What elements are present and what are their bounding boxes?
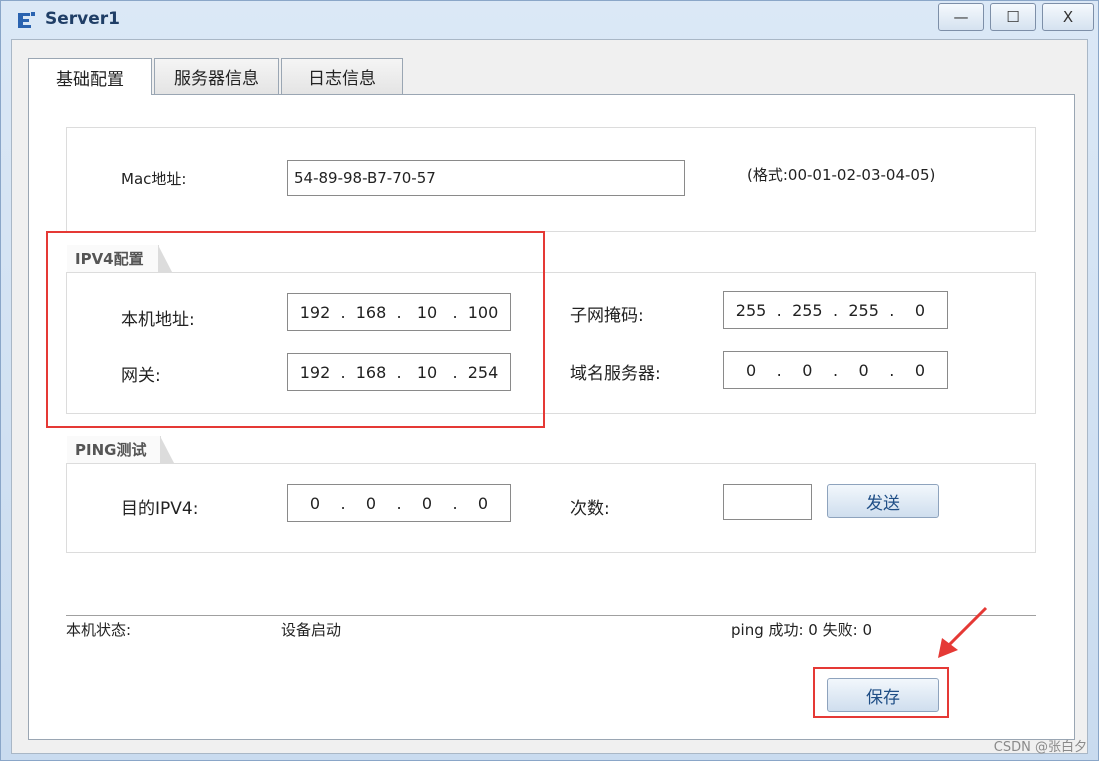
mac-label: Mac地址: bbox=[121, 170, 187, 188]
close-icon: X bbox=[1062, 8, 1074, 26]
ip-dot: . bbox=[889, 360, 895, 380]
ip-dot: . bbox=[776, 300, 782, 320]
dns-octets: 0. 0. 0. 0 bbox=[724, 352, 947, 388]
subnet-mask-input[interactable]: 255. 255. 255. 0 bbox=[723, 291, 948, 329]
mac-format-hint: (格式:00-01-02-03-04-05) bbox=[747, 166, 936, 184]
ping-count-label: 次数: bbox=[570, 499, 610, 519]
ip-dot: . bbox=[889, 300, 895, 320]
window-title: Server1 bbox=[45, 9, 120, 29]
ip-dot: . bbox=[396, 493, 402, 513]
save-highlight-box bbox=[813, 667, 949, 718]
ping-legend: PING测试 bbox=[67, 436, 175, 464]
ping-dest-input[interactable]: 0. 0. 0. 0 bbox=[287, 484, 511, 522]
mac-input[interactable]: 54-89-98-B7-70-57 bbox=[287, 160, 685, 196]
maximize-icon: ☐ bbox=[1006, 8, 1020, 26]
tab-label: 服务器信息 bbox=[174, 69, 259, 89]
minimize-icon: — bbox=[953, 8, 969, 26]
arrow-annotation-icon bbox=[938, 606, 988, 658]
ip-octet: 0 bbox=[914, 360, 925, 380]
subnet-mask-label: 子网掩码: bbox=[570, 306, 644, 326]
tab-label: 基础配置 bbox=[56, 69, 124, 90]
ip-octet: 0 bbox=[858, 360, 869, 380]
ip-dot: . bbox=[452, 493, 458, 513]
send-button-label: 发送 bbox=[866, 493, 900, 514]
ip-dot: . bbox=[776, 360, 782, 380]
subnet-mask-octets: 255. 255. 255. 0 bbox=[724, 292, 947, 328]
server-app-icon bbox=[18, 12, 35, 28]
ping-legend-text: PING测试 bbox=[75, 441, 147, 459]
ip-octet: 0 bbox=[421, 493, 433, 513]
ping-count-input[interactable] bbox=[723, 484, 812, 520]
status-divider bbox=[66, 615, 1036, 616]
ip-octet: 0 bbox=[365, 493, 377, 513]
ip-octet: 255 bbox=[792, 300, 823, 320]
ping-dest-label: 目的IPV4: bbox=[121, 499, 199, 519]
watermark: CSDN @张白夕 bbox=[993, 740, 1087, 755]
dns-input[interactable]: 0. 0. 0. 0 bbox=[723, 351, 948, 389]
ip-octet: 0 bbox=[477, 493, 489, 513]
dns-label: 域名服务器: bbox=[570, 364, 661, 384]
close-button[interactable]: X bbox=[1042, 3, 1094, 31]
ip-octet: 255 bbox=[735, 300, 767, 320]
ip-octet: 255 bbox=[848, 300, 879, 320]
tab-server-info[interactable]: 服务器信息 bbox=[154, 58, 279, 94]
maximize-button[interactable]: ☐ bbox=[990, 3, 1036, 31]
tab-label: 日志信息 bbox=[308, 69, 376, 89]
status-label: 本机状态: bbox=[66, 621, 132, 639]
minimize-button[interactable]: — bbox=[938, 3, 984, 31]
send-button[interactable]: 发送 bbox=[827, 484, 939, 518]
mac-group: Mac地址: 54-89-98-B7-70-57 (格式:00-01-02-03… bbox=[66, 127, 1036, 232]
ip-dot: . bbox=[340, 493, 346, 513]
ipv4-highlight-box bbox=[46, 231, 545, 428]
ip-octet: 0 bbox=[745, 360, 757, 380]
ip-dot: . bbox=[832, 360, 839, 380]
ip-octet: 0 bbox=[914, 300, 925, 320]
status-value: 设备启动 bbox=[281, 621, 342, 639]
tab-basic-config[interactable]: 基础配置 bbox=[28, 58, 152, 95]
title-bar[interactable]: Server1 — ☐ X bbox=[1, 1, 1098, 37]
ip-octet: 0 bbox=[309, 493, 321, 513]
ping-result: ping 成功: 0 失败: 0 bbox=[731, 621, 872, 639]
mac-value: 54-89-98-B7-70-57 bbox=[294, 169, 436, 187]
ping-group: PING测试 目的IPV4: 0. 0. 0. 0 次数: 发送 bbox=[66, 436, 1036, 553]
ip-dot: . bbox=[832, 300, 839, 320]
tab-log-info[interactable]: 日志信息 bbox=[281, 58, 403, 94]
ip-octet: 0 bbox=[802, 360, 813, 380]
ping-dest-octets: 0. 0. 0. 0 bbox=[288, 485, 510, 521]
